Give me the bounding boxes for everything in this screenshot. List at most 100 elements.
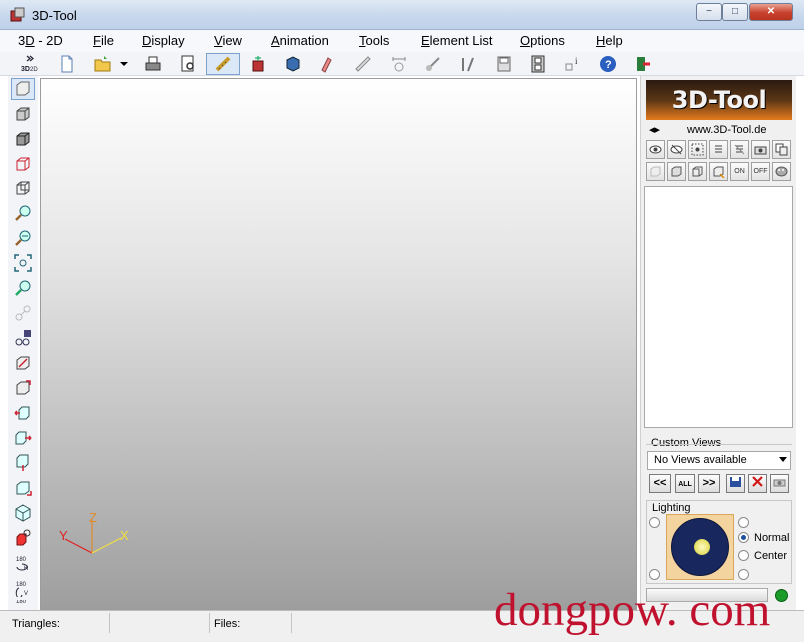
menu-view[interactable]: View — [214, 33, 242, 48]
move-disabled-icon[interactable] — [11, 302, 35, 324]
element-list[interactable] — [644, 186, 793, 428]
menu-tools[interactable]: Tools — [359, 33, 389, 48]
show-eye-icon[interactable] — [646, 140, 665, 159]
info-icon[interactable]: i — [562, 53, 584, 75]
print-preview-icon[interactable] — [177, 53, 199, 75]
pencil-icon[interactable] — [457, 53, 479, 75]
top-view-icon[interactable] — [11, 377, 35, 399]
triangles-value — [110, 613, 210, 633]
eraser-icon[interactable] — [315, 53, 337, 75]
help-icon[interactable]: ? — [597, 53, 619, 75]
box-transparent-icon[interactable] — [688, 162, 707, 181]
film-icon[interactable] — [527, 53, 549, 75]
cube-solid-icon[interactable] — [11, 103, 35, 125]
cube-wire-red-icon[interactable] — [11, 153, 35, 175]
flip-view-icon[interactable] — [11, 527, 35, 549]
print-icon[interactable] — [142, 53, 164, 75]
svg-text:H: H — [24, 566, 28, 572]
list-hide-icon[interactable] — [730, 140, 749, 159]
rotate-180-v-icon[interactable]: 180 V — [11, 577, 35, 599]
camera-view-icon[interactable] — [770, 474, 789, 493]
previous-view-button[interactable]: << — [649, 474, 671, 493]
axis-z-label: Z — [89, 510, 97, 525]
box-add-icon[interactable] — [709, 162, 728, 181]
dimension-icon[interactable] — [388, 53, 410, 75]
save-view-floppy-icon[interactable] — [726, 474, 745, 493]
menu-element-list[interactable]: Element List — [421, 33, 493, 48]
light-bottom-right-radio[interactable] — [738, 569, 749, 580]
menu-3d-2d[interactable]: 3D - 2D — [18, 33, 63, 48]
menu-bar: 3D - 2D File Display View Animation Tool… — [0, 30, 804, 52]
close-button[interactable]: ✕ — [749, 3, 793, 21]
rotate-180-h-icon[interactable]: 180 H — [11, 552, 35, 574]
light-top-left-radio[interactable] — [649, 517, 660, 528]
box-dark-icon[interactable] — [667, 162, 686, 181]
ruler-icon[interactable] — [352, 53, 374, 75]
website-link[interactable]: www.3D-Tool.de — [687, 124, 766, 136]
back-view-icon[interactable] — [11, 477, 35, 499]
light-normal-label: Normal — [754, 532, 790, 544]
off-button[interactable]: OFF — [751, 162, 770, 181]
list-show-icon[interactable] — [709, 140, 728, 159]
show-all-icon[interactable] — [688, 140, 707, 159]
save-view-icon[interactable] — [11, 327, 35, 349]
panel-toggle-arrows[interactable]: ◂▸ — [649, 123, 660, 136]
next-view-button[interactable]: >> — [698, 474, 720, 493]
svg-text:2D: 2D — [30, 67, 38, 73]
zoom-out-icon[interactable] — [11, 227, 35, 249]
left-view-icon[interactable] — [11, 402, 35, 424]
light-center-radio[interactable] — [738, 550, 749, 561]
menu-options[interactable]: Options — [520, 33, 565, 48]
iso-view-icon[interactable] — [11, 502, 35, 524]
custom-views-select[interactable]: No Views available — [647, 451, 791, 470]
exit-icon[interactable] — [632, 53, 654, 75]
rotate-180-icon[interactable]: 180 — [11, 600, 35, 610]
section-icon[interactable] — [248, 53, 270, 75]
svg-text:i: i — [575, 56, 578, 66]
menu-help[interactable]: Help — [596, 33, 623, 48]
svg-text:?: ? — [605, 59, 612, 71]
cube-shaded-icon[interactable] — [11, 128, 35, 150]
copy-element-icon[interactable] — [772, 140, 791, 159]
camera-icon[interactable] — [751, 140, 770, 159]
light-top-right-radio[interactable] — [738, 517, 749, 528]
window-title: 3D-Tool — [32, 8, 77, 23]
bottom-view-icon[interactable] — [11, 452, 35, 474]
watermark: dongpow. com — [494, 584, 771, 636]
front-view-icon[interactable] — [11, 352, 35, 374]
zoom-fit-icon[interactable] — [11, 252, 35, 274]
menu-display[interactable]: Display — [142, 33, 185, 48]
delete-view-icon[interactable] — [748, 474, 767, 493]
on-button[interactable]: ON — [730, 162, 749, 181]
box-light-icon[interactable] — [646, 162, 665, 181]
pointer-cube-icon[interactable] — [11, 78, 35, 100]
title-bar: 3D-Tool − □ ✕ — [0, 0, 804, 30]
3d-2d-switch-icon[interactable]: 3D 2D — [18, 53, 40, 75]
save-screen-icon[interactable] — [493, 53, 515, 75]
maximize-button[interactable]: □ — [722, 3, 748, 21]
light-normal-radio[interactable] — [738, 532, 749, 543]
color-palette-icon[interactable] — [772, 162, 791, 181]
zoom-window-icon[interactable] — [11, 277, 35, 299]
right-panel: 3D-Tool ◂▸ www.3D-Tool.de ON OFF Custom … — [640, 76, 796, 610]
hide-eye-icon[interactable] — [667, 140, 686, 159]
custom-views-divider — [646, 444, 792, 445]
open-folder-icon[interactable] — [92, 53, 114, 75]
right-view-icon[interactable] — [11, 427, 35, 449]
lighting-preview[interactable] — [666, 514, 734, 580]
menu-file[interactable]: File — [93, 33, 114, 48]
measure-ruler-icon[interactable] — [206, 53, 240, 75]
minimize-button[interactable]: − — [696, 3, 722, 21]
open-dropdown-arrow-icon[interactable] — [118, 53, 130, 75]
light-center-label: Center — [754, 550, 788, 562]
zoom-in-icon[interactable] — [11, 202, 35, 224]
new-document-icon[interactable] — [56, 53, 78, 75]
cube-wire-icon[interactable] — [11, 177, 35, 199]
brush-icon[interactable] — [422, 53, 444, 75]
solid-view-icon[interactable] — [282, 53, 304, 75]
all-views-button[interactable]: ALL — [675, 474, 695, 493]
light-bottom-left-radio[interactable] — [649, 569, 660, 580]
axis-y-label: Y — [59, 528, 68, 543]
app-icon — [10, 7, 25, 22]
menu-animation[interactable]: Animation — [271, 33, 329, 48]
